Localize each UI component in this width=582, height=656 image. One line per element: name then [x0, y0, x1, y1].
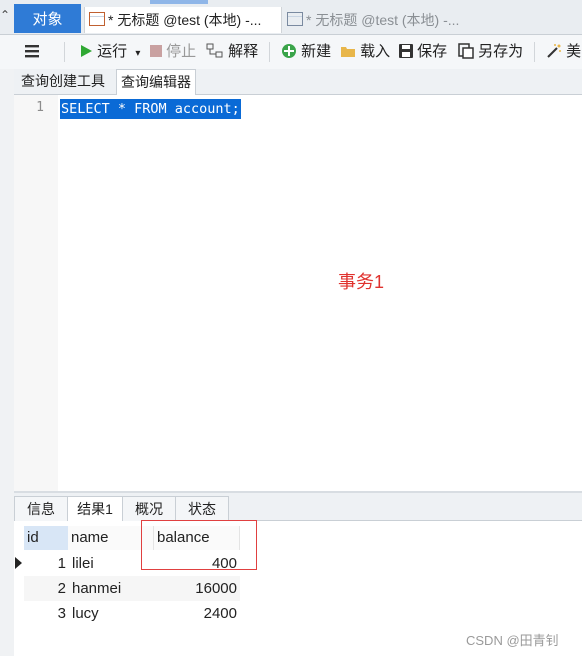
menu-button[interactable] [24, 35, 40, 69]
cell-id[interactable]: 2 [24, 576, 66, 601]
run-button[interactable]: 运行 ▾ [79, 35, 140, 69]
stop-button[interactable]: 停止 [150, 35, 196, 69]
tab-status-label: 状态 [188, 501, 216, 517]
run-dropdown-icon[interactable]: ▾ [135, 48, 140, 59]
query-table-icon [287, 12, 303, 26]
tab-info-label: 信息 [27, 501, 55, 517]
save-disk-icon [399, 44, 413, 58]
tab-query-editor-label: 查询编辑器 [121, 74, 191, 90]
tab-objects-label: 对象 [32, 11, 63, 28]
save-button[interactable]: 保存 [399, 35, 447, 69]
beautify-label: 美 [566, 43, 582, 60]
tab-status[interactable]: 状态 [175, 496, 229, 521]
run-label: 运行 [97, 43, 128, 60]
annotation-text: 事务1 [338, 272, 385, 292]
collapse-chevron-icon[interactable]: ⌃ [0, 8, 10, 24]
play-icon [81, 45, 92, 57]
sql-text-selected[interactable]: SELECT * FROM account; [60, 99, 241, 119]
watermark: CSDN @田青钊 [466, 633, 559, 648]
tab-query-inactive[interactable]: * 无标题 @test (本地) -... [283, 7, 582, 33]
table-row[interactable]: 2 hanmei 16000 [24, 576, 240, 601]
line-number-gutter [14, 95, 58, 491]
tab-query-inactive-label: * 无标题 @test (本地) -... [306, 12, 460, 28]
magic-wand-icon [547, 44, 561, 58]
query-table-icon [89, 12, 105, 26]
cell-id[interactable]: 1 [24, 551, 66, 576]
save-as-icon [458, 43, 474, 59]
tab-result1-label: 结果1 [77, 501, 113, 517]
save-as-label: 另存为 [478, 43, 524, 60]
toolbar-separator [269, 42, 270, 62]
tab-query-active[interactable]: * 无标题 @test (本地) -... [84, 7, 282, 33]
tab-query-editor[interactable]: 查询编辑器 [116, 69, 196, 95]
tab-profile-label: 概况 [135, 501, 163, 517]
cell-balance[interactable]: 2400 [154, 601, 237, 626]
column-header-id[interactable]: id [24, 526, 68, 550]
stop-icon [150, 45, 162, 57]
explain-icon [206, 43, 223, 58]
new-label: 新建 [301, 43, 332, 60]
table-row[interactable]: 3 lucy 2400 [24, 601, 240, 626]
tab-profile[interactable]: 概况 [122, 496, 176, 521]
row-pointer-icon [15, 557, 22, 569]
save-label: 保存 [417, 43, 448, 60]
sql-editor[interactable] [14, 95, 582, 491]
load-button[interactable]: 载入 [340, 35, 390, 69]
folder-open-icon [341, 47, 355, 57]
tab-query-builder[interactable]: 查询创建工具 [17, 69, 109, 93]
left-panel-strip [0, 35, 15, 656]
highlight-box [141, 520, 257, 570]
current-row-marker [14, 551, 24, 576]
new-query-icon [282, 44, 296, 58]
tab-result1[interactable]: 结果1 [67, 496, 123, 522]
line-number: 1 [36, 100, 44, 115]
beautify-button[interactable]: 美 [546, 35, 581, 69]
explain-button[interactable]: 解释 [206, 35, 258, 69]
toolbar-separator [534, 42, 535, 62]
cell-name[interactable]: lucy [72, 601, 152, 626]
cell-balance[interactable]: 16000 [154, 576, 237, 601]
cell-name[interactable]: hanmei [72, 576, 152, 601]
tab-query-active-label: * 无标题 @test (本地) -... [108, 12, 262, 28]
hamburger-menu-icon [25, 45, 39, 58]
cell-id[interactable]: 3 [24, 601, 66, 626]
stop-label: 停止 [166, 43, 197, 60]
new-button[interactable]: 新建 [281, 35, 331, 69]
tab-query-builder-label: 查询创建工具 [21, 73, 105, 89]
explain-label: 解释 [228, 43, 259, 60]
toolbar-separator [64, 42, 65, 62]
tab-objects[interactable]: 对象 [14, 7, 81, 33]
load-label: 载入 [360, 43, 391, 60]
cell-name[interactable]: lilei [72, 551, 152, 576]
tab-accent-bar [150, 0, 208, 4]
save-as-button[interactable]: 另存为 [458, 35, 523, 69]
tab-info[interactable]: 信息 [14, 496, 68, 521]
